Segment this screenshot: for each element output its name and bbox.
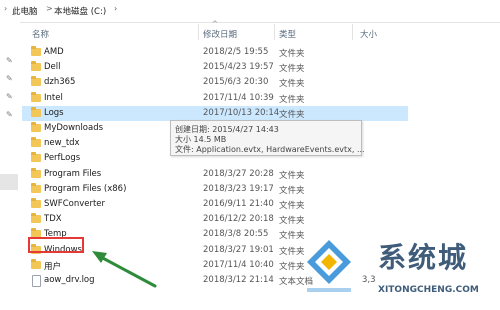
watermark-url: XITONGCHENG.COM <box>378 285 479 295</box>
watermark-text: 系统城 <box>378 241 469 274</box>
watermark-logo-icon <box>307 240 351 292</box>
